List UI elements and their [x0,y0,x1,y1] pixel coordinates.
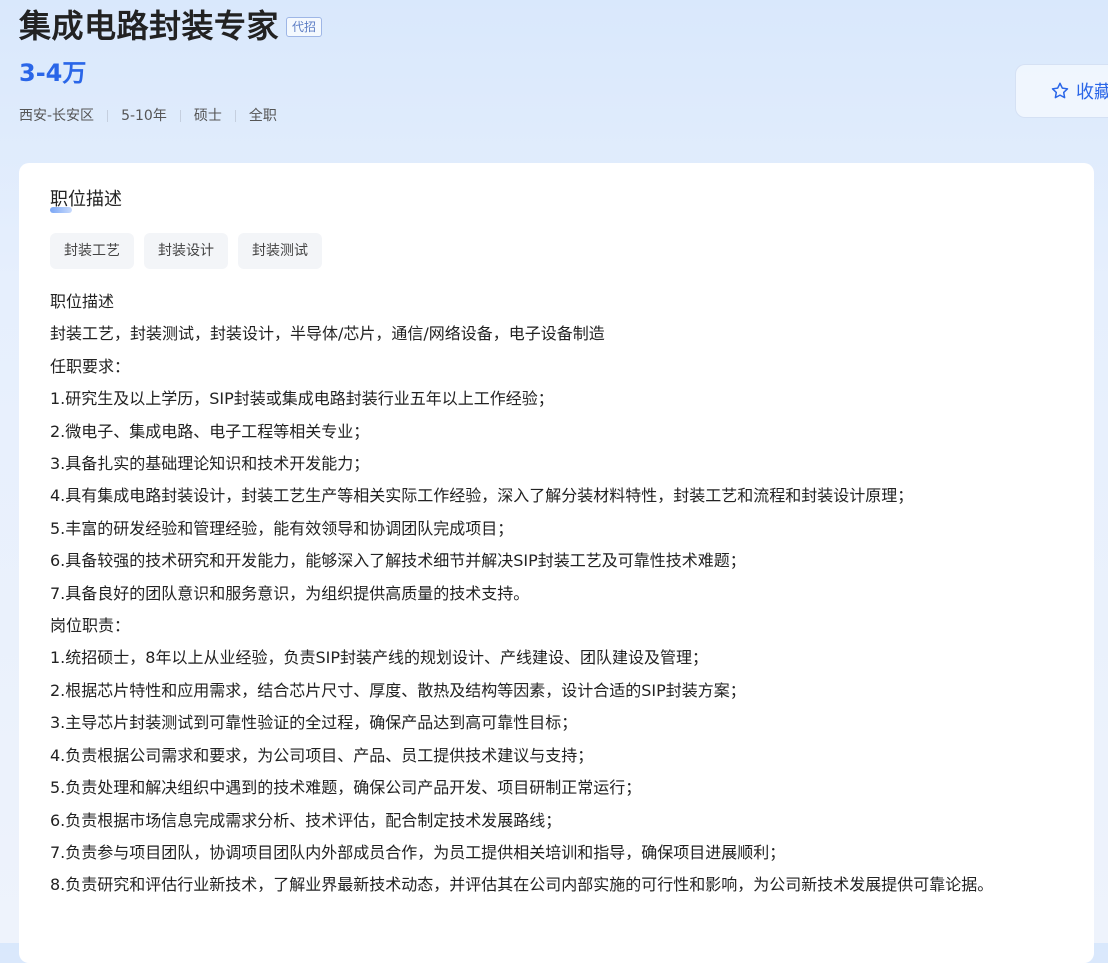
job-education: 硕士 [193,108,222,124]
title-row: 集成电路封装专家 代招 [19,6,323,46]
description-line: 6.具备较强的技术研究和开发能力，能够深入了解技术细节并解决SIP封装工艺及可靠… [50,551,746,571]
description-line: 7.负责参与项目团队，协调项目团队内外部成员合作，为员工提供相关培训和指导，确保… [50,842,786,862]
job-type: 全职 [248,108,277,124]
description-line: 5.丰富的研发经验和管理经验，能有效领导和协调团队完成项目； [50,518,514,538]
description-line: 封装工艺，封装测试，封装设计，半导体/芯片，通信/网络设备，电子设备制造 [50,324,605,344]
description-line: 岗位职责： [50,616,131,636]
description-line: 6.负责根据市场信息完成需求分析、技术评估，配合制定技术发展路线； [50,810,562,830]
description-line: 8.负责研究和评估行业新技术，了解业界最新技术动态，并评估其在公司内部实施的可行… [50,875,994,895]
description-line: 5.负责处理和解决组织中遇到的技术难题，确保公司产品开发、项目研制正常运行； [50,778,642,798]
description-line: 2.微电子、集成电路、电子工程等相关专业； [50,421,370,441]
meta-divider [107,110,109,122]
job-experience: 5-10年 [121,108,167,124]
skill-tag[interactable]: 封装测试 [238,233,322,269]
salary: 3-4万 [19,59,87,87]
description-body: 职位描述 封装工艺，封装测试，封装设计，半导体/芯片，通信/网络设备，电子设备制… [50,286,1070,902]
description-line: 4.具有集成电路封装设计，封装工艺生产等相关实际工作经验，深入了解分装材料特性，… [50,486,914,506]
description-line: 7.具备良好的团队意识和服务意识，为组织提供高质量的技术支持。 [50,583,530,603]
job-header: 集成电路封装专家 代招 3-4万 西安-长安区 5-10年 硕士 全职 收藏 [19,0,1108,160]
description-line: 3.主导芯片封装测试到可靠性验证的全过程，确保产品达到高可靠性目标； [50,713,578,733]
meta-divider [179,110,181,122]
proxy-recruit-badge: 代招 [286,17,323,37]
job-meta: 西安-长安区 5-10年 硕士 全职 [19,106,277,126]
skill-tag[interactable]: 封装设计 [144,233,228,269]
section-title: 职位描述 [50,189,122,210]
favorite-label: 收藏 [1076,82,1108,103]
job-location: 西安-长安区 [19,108,95,124]
meta-divider [234,110,236,122]
description-line: 任职要求： [50,356,131,376]
star-outline-icon [1050,81,1070,101]
skill-tag[interactable]: 封装工艺 [50,233,134,269]
job-title: 集成电路封装专家 [19,7,280,45]
description-line: 1.统招硕士，8年以上从业经验，负责SIP封装产线的规划设计、产线建设、团队建设… [50,648,708,668]
description-line: 2.根据芯片特性和应用需求，结合芯片尺寸、厚度、散热及结构等因素，设计合适的SI… [50,680,746,700]
description-line: 3.具备扎实的基础理论知识和技术开发能力； [50,454,370,474]
job-description-card: 职位描述 封装工艺 封装设计 封装测试 职位描述 封装工艺，封装测试，封装设计，… [19,163,1094,963]
description-line: 4.负责根据公司需求和要求，为公司项目、产品、员工提供技术建议与支持； [50,745,594,765]
description-line: 1.研究生及以上学历，SIP封装或集成电路封装行业五年以上工作经验； [50,389,554,409]
description-line: 职位描述 [50,292,115,311]
favorite-button[interactable]: 收藏 [1015,64,1108,118]
skill-tags: 封装工艺 封装设计 封装测试 [50,233,332,269]
